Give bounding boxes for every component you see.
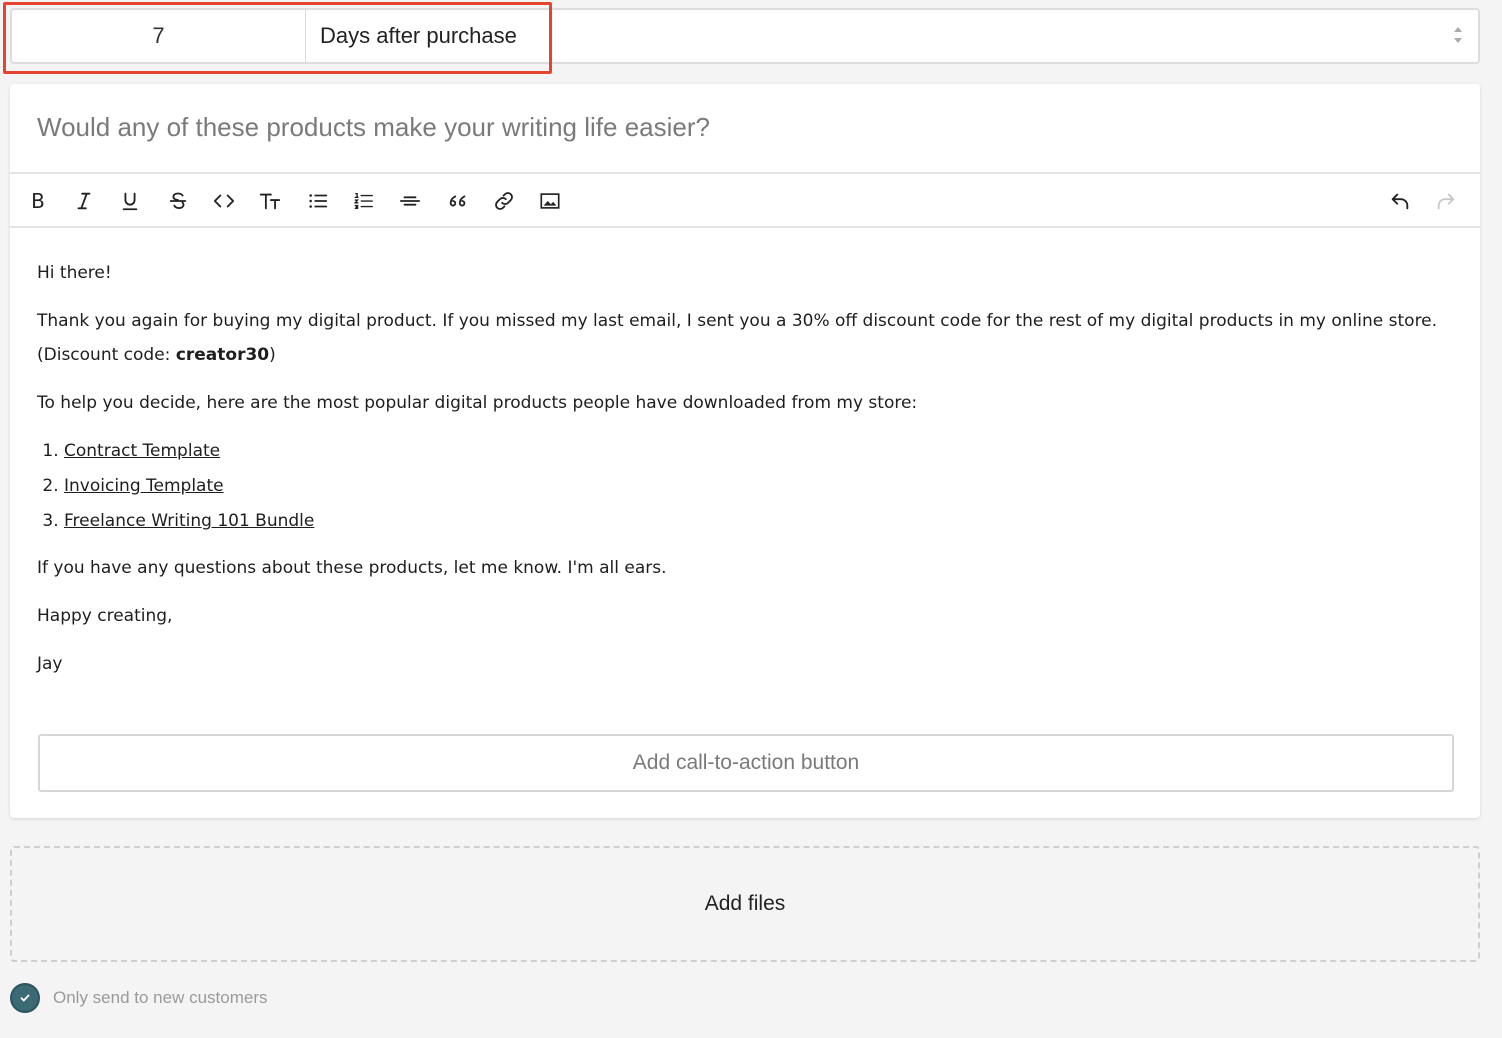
delay-number-input[interactable]: 7 (12, 10, 306, 62)
bullet-list-icon (309, 194, 328, 208)
link-icon (495, 192, 513, 210)
paragraph-discount-end: ) (269, 345, 276, 365)
code-button[interactable] (210, 187, 238, 215)
email-editor: Would any of these products make your wr… (10, 84, 1480, 818)
checkmark-icon (20, 994, 30, 1002)
new-customers-option: Only send to new customers (10, 982, 267, 1014)
quote-icon (449, 195, 466, 207)
bullet-list-button[interactable] (304, 187, 332, 215)
email-body[interactable]: Hi there! Thank you again for buying my … (37, 256, 1447, 695)
list-item: Contract Template (64, 434, 1447, 469)
signature-text: Jay (37, 654, 63, 674)
product-list: Contract Template Invoicing Template Fre… (37, 434, 1447, 539)
bold-icon: B (31, 189, 45, 213)
link-button[interactable] (490, 187, 518, 215)
redo-button[interactable] (1432, 187, 1460, 215)
product-link-contract-template[interactable]: Contract Template (64, 441, 220, 461)
text-size-button[interactable] (256, 187, 284, 215)
subject-field[interactable]: Would any of these products make your wr… (37, 112, 710, 143)
underline-button[interactable] (116, 187, 144, 215)
delay-unit-select[interactable]: Days after purchase (320, 10, 517, 62)
formatting-toolbar: B (10, 172, 1480, 228)
undo-button[interactable] (1386, 187, 1414, 215)
horizontal-rule-button[interactable] (396, 187, 424, 215)
numbered-list-icon (353, 192, 373, 210)
undo-icon (1391, 193, 1409, 210)
select-arrows-icon[interactable] (1452, 24, 1464, 46)
delay-selector: 7 Days after purchase (10, 8, 1480, 64)
list-item: Freelance Writing 101 Bundle (64, 504, 1447, 539)
numbered-list-button[interactable] (350, 187, 378, 215)
add-cta-button[interactable]: Add call-to-action button (38, 734, 1454, 792)
image-icon (540, 193, 560, 209)
italic-button[interactable] (70, 187, 98, 215)
bold-button[interactable]: B (24, 187, 52, 215)
list-item: Invoicing Template (64, 469, 1447, 504)
new-customers-checkbox[interactable] (10, 983, 40, 1013)
quote-button[interactable] (444, 187, 472, 215)
strikethrough-icon (169, 192, 187, 209)
code-icon (213, 194, 235, 208)
image-button[interactable] (536, 187, 564, 215)
product-link-invoicing-template[interactable]: Invoicing Template (64, 476, 224, 496)
horizontal-rule-icon (399, 196, 421, 206)
paragraph-products-intro: To help you decide, here are the most po… (37, 393, 918, 413)
product-link-freelance-bundle[interactable]: Freelance Writing 101 Bundle (64, 511, 314, 531)
new-customers-label: Only send to new customers (53, 988, 268, 1007)
italic-icon (77, 192, 91, 210)
text-size-icon (259, 193, 281, 210)
signoff-text: Happy creating, (37, 606, 173, 626)
paragraph-questions: If you have any questions about these pr… (37, 558, 667, 578)
redo-icon (1437, 193, 1455, 210)
discount-code: creator30 (175, 345, 270, 365)
add-files-dropzone[interactable]: Add files (10, 846, 1480, 962)
strikethrough-button[interactable] (164, 187, 192, 215)
greeting-text: Hi there! (37, 263, 112, 283)
paragraph-discount: Thank you again for buying my digital pr… (37, 304, 1447, 372)
underline-icon (122, 192, 138, 211)
